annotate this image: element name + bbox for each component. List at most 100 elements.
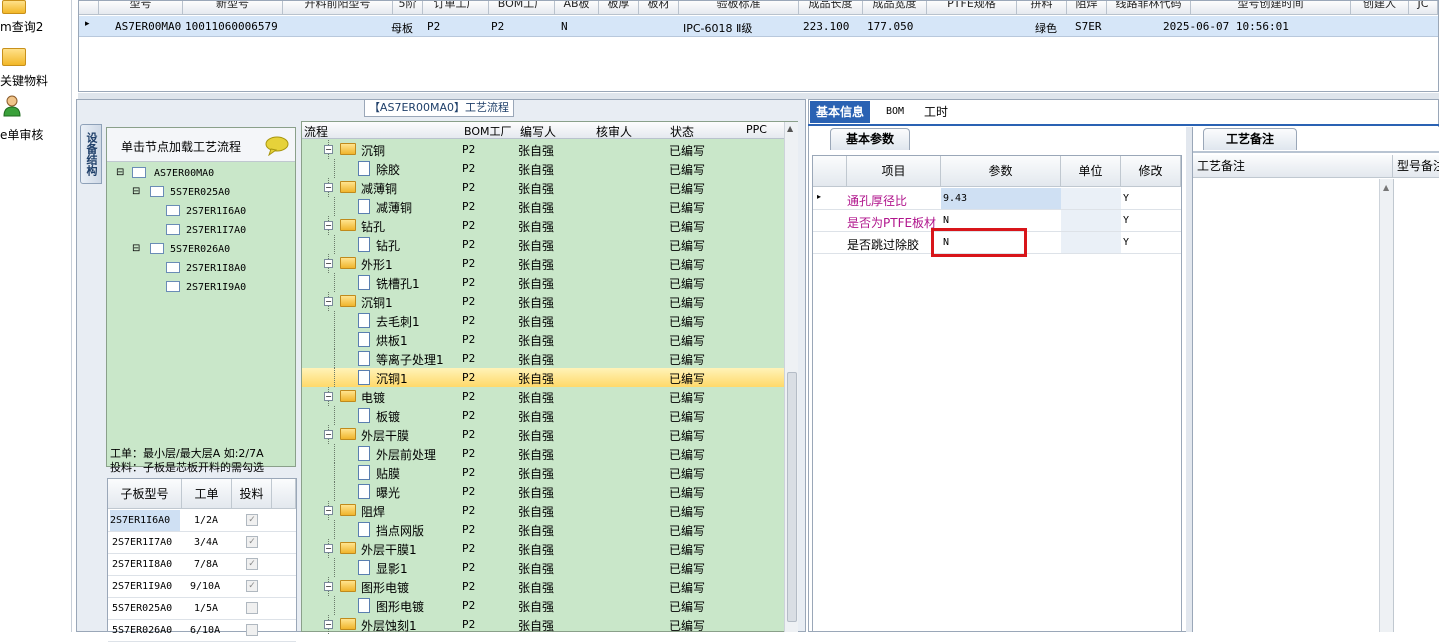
flow-status[interactable]: 已编写 xyxy=(669,351,705,368)
feed-checkbox[interactable]: ✓ xyxy=(246,536,258,548)
flow-factory[interactable]: P2 xyxy=(462,219,475,232)
flow-step-name[interactable]: 曝光 xyxy=(376,484,400,501)
col-header[interactable]: 型号备注 xyxy=(1393,155,1439,178)
flow-author[interactable]: 张自强 xyxy=(518,351,554,368)
flow-row[interactable]: − 外层干膜 P2 张自强 已编写 xyxy=(302,425,784,444)
cell-value[interactable]: N xyxy=(943,215,949,226)
cell-order[interactable]: 3/4A xyxy=(194,537,218,548)
flow-author[interactable]: 张自强 xyxy=(518,598,554,615)
flow-status[interactable]: 已编写 xyxy=(669,465,705,482)
flow-factory[interactable]: P2 xyxy=(462,257,475,270)
flow-status[interactable]: 已编写 xyxy=(669,617,705,634)
flow-step-name[interactable]: 沉铜1 xyxy=(376,370,408,387)
tree-node-label[interactable]: 5S7ER025A0 xyxy=(170,187,230,198)
col-header[interactable]: 5阶 xyxy=(393,1,423,15)
cell-unit[interactable] xyxy=(1061,210,1121,231)
table-row[interactable]: 5S7ER025A0 1/5A xyxy=(108,598,296,620)
flow-status[interactable]: 已编写 xyxy=(669,541,705,558)
col-header[interactable]: 工艺备注 xyxy=(1193,155,1393,178)
feed-checkbox[interactable]: ✓ xyxy=(246,514,258,526)
cell-modify[interactable]: Y xyxy=(1123,237,1129,248)
flow-author[interactable]: 张自强 xyxy=(518,427,554,444)
col-header[interactable]: 流程 xyxy=(304,123,328,140)
collapse-icon[interactable]: − xyxy=(324,392,333,401)
flow-factory[interactable]: P2 xyxy=(462,485,475,498)
collapse-icon[interactable]: − xyxy=(324,183,333,192)
flow-step-name[interactable]: 减薄铜 xyxy=(361,180,397,197)
tree-node-label[interactable]: AS7ER00MA0 xyxy=(154,168,214,179)
flow-row[interactable]: − 电镀 P2 张自强 已编写 xyxy=(302,387,784,406)
flow-status[interactable]: 已编写 xyxy=(669,199,705,216)
flow-author[interactable]: 张自强 xyxy=(518,579,554,596)
tree-node-label[interactable]: 2S7ER1I8A0 xyxy=(186,263,246,274)
col-header[interactable]: 板厚 xyxy=(599,1,639,15)
collapse-icon[interactable]: − xyxy=(324,297,333,306)
vertical-scrollbar[interactable]: ▲ xyxy=(784,122,798,632)
flow-author[interactable]: 张自强 xyxy=(518,275,554,292)
collapse-icon[interactable]: − xyxy=(324,620,333,629)
cell-unit[interactable] xyxy=(1061,232,1121,253)
collapse-icon[interactable]: − xyxy=(324,544,333,553)
flow-row[interactable]: 铣槽孔1 P2 张自强 已编写 xyxy=(302,273,784,292)
col-header[interactable]: BOM工厂 xyxy=(464,123,512,139)
flow-row[interactable]: 图形电镀 P2 张自强 已编写 xyxy=(302,596,784,615)
flow-factory[interactable]: P2 xyxy=(462,618,475,631)
flow-step-name[interactable]: 减薄铜 xyxy=(376,199,412,216)
flow-row[interactable]: − 外层蚀刻1 P2 张自强 已编写 xyxy=(302,615,784,634)
cell-modify[interactable]: Y xyxy=(1123,215,1129,226)
flow-row[interactable]: 沉铜1 P2 张自强 已编写 xyxy=(302,368,784,387)
flow-factory[interactable]: P2 xyxy=(462,276,475,289)
flow-author[interactable]: 张自强 xyxy=(518,218,554,235)
cell-sub-model[interactable]: 5S7ER026A0 xyxy=(112,625,172,636)
col-header[interactable]: 投料 xyxy=(232,479,272,509)
feed-checkbox[interactable] xyxy=(246,602,258,614)
flow-step-name[interactable]: 钻孔 xyxy=(376,237,400,254)
flow-status[interactable]: 已编写 xyxy=(669,503,705,520)
table-row[interactable]: 5S7ER026A0 6/10A xyxy=(108,620,296,642)
cell-width[interactable]: 177.050 xyxy=(867,20,913,33)
flow-row[interactable]: 外层前处理 P2 张自强 已编写 xyxy=(302,444,784,463)
flow-author[interactable]: 张自强 xyxy=(518,389,554,406)
flow-factory[interactable]: P2 xyxy=(462,200,475,213)
flow-status[interactable]: 已编写 xyxy=(669,484,705,501)
flow-factory[interactable]: P2 xyxy=(462,409,475,422)
col-header[interactable]: 开料前阳型号 xyxy=(283,1,393,15)
flow-status[interactable]: 已编写 xyxy=(669,218,705,235)
col-header[interactable]: AB板 xyxy=(555,1,599,15)
cell-model[interactable]: AS7ER00MA0 xyxy=(115,20,181,33)
section-basic-params[interactable]: 基本参数 xyxy=(830,128,910,150)
flow-row[interactable]: − 外层干膜1 P2 张自强 已编写 xyxy=(302,539,784,558)
flow-author[interactable]: 张自强 xyxy=(518,522,554,539)
cell-sub-model[interactable]: 2S7ER1I6A0 xyxy=(110,510,180,531)
col-header[interactable]: 型号创建时间 xyxy=(1191,1,1351,15)
flow-status[interactable]: 已编写 xyxy=(669,370,705,387)
tree-node-label[interactable]: 5S7ER026A0 xyxy=(170,244,230,255)
flow-factory[interactable]: P2 xyxy=(462,599,475,612)
col-header[interactable]: 型号 xyxy=(99,1,183,15)
flow-row[interactable]: − 阻焊 P2 张自强 已编写 xyxy=(302,501,784,520)
flow-status[interactable]: 已编写 xyxy=(669,313,705,330)
flow-status[interactable]: 已编写 xyxy=(669,142,705,159)
flow-step-name[interactable]: 沉铜1 xyxy=(361,294,393,311)
collapse-icon[interactable]: − xyxy=(324,430,333,439)
cell-solder-color[interactable]: 绿色 xyxy=(1035,20,1057,36)
cell-bom-factory[interactable]: P2 xyxy=(491,20,504,33)
flow-author[interactable]: 张自强 xyxy=(518,370,554,387)
collapse-icon[interactable]: − xyxy=(324,259,333,268)
notes-scrollbar[interactable]: ▲ xyxy=(1379,179,1393,632)
tree-node-label[interactable]: 2S7ER1I9A0 xyxy=(186,282,246,293)
flow-factory[interactable]: P2 xyxy=(462,371,475,384)
collapse-icon[interactable]: − xyxy=(324,582,333,591)
flow-factory[interactable]: P2 xyxy=(462,333,475,346)
col-header[interactable]: 状态 xyxy=(670,123,694,140)
cell-film-code[interactable]: S7ER xyxy=(1075,20,1102,33)
col-header[interactable]: 创建人 xyxy=(1351,1,1409,15)
flow-step-name[interactable]: 图形电镀 xyxy=(376,598,424,615)
flow-row[interactable]: − 沉铜1 P2 张自强 已编写 xyxy=(302,292,784,311)
flow-status[interactable]: 已编写 xyxy=(669,427,705,444)
tree-node[interactable]: ⊟ xyxy=(132,243,140,254)
flow-factory[interactable]: P2 xyxy=(462,428,475,441)
flow-row[interactable]: − 外形1 P2 张自强 已编写 xyxy=(302,254,784,273)
flow-author[interactable]: 张自强 xyxy=(518,313,554,330)
tree-header[interactable]: 单击节点加载工艺流程 xyxy=(107,128,295,162)
